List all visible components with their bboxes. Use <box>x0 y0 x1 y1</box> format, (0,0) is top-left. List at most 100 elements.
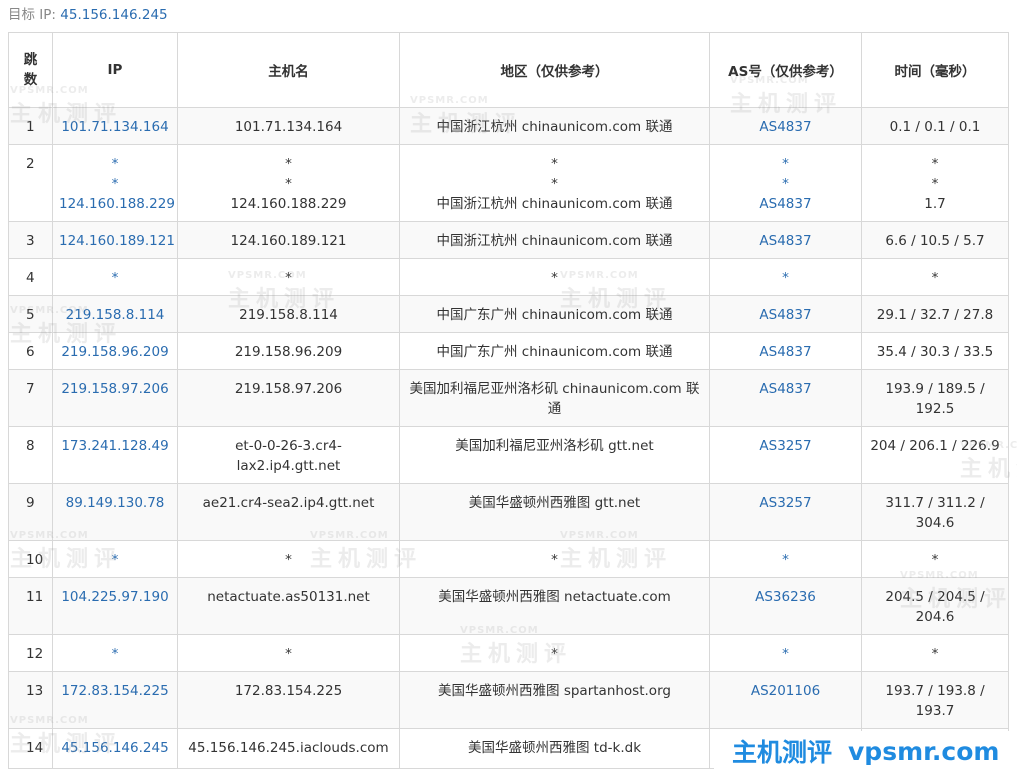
cell-text: * <box>111 176 119 192</box>
cell-ip: 172.83.154.225 <box>52 671 178 729</box>
cell-hostname: * <box>177 634 400 672</box>
cell-time: 29.1 / 32.7 / 27.8 <box>861 295 1009 333</box>
cell-as: AS4837 <box>709 369 862 427</box>
cell-hostname: 172.83.154.225 <box>177 671 400 729</box>
cell-hostname: 219.158.97.206 <box>177 369 400 427</box>
cell-text: 124.160.189.121 <box>230 233 347 249</box>
cell-as: AS4837 <box>709 221 862 259</box>
cell-region: 中国广东广州 chinaunicom.com 联通 <box>399 295 710 333</box>
ip-link[interactable]: 89.149.130.78 <box>59 493 171 513</box>
table-row: 3 124.160.189.121 124.160.189.121 中国浙江杭州 ch… <box>8 221 1009 259</box>
cell-text: * <box>782 646 789 662</box>
cell-time: 35.4 / 30.3 / 33.5 <box>861 332 1009 370</box>
cell-ip: * <box>52 634 178 672</box>
cell-time: * <box>861 634 1009 672</box>
cell-time: * <box>861 258 1009 296</box>
brand-watermark: 主机测评 vpsmr.com <box>714 731 1017 771</box>
as-link[interactable]: AS36236 <box>716 587 855 607</box>
cell-text: 1.7 <box>924 196 946 212</box>
cell-ip: 104.225.97.190 <box>52 577 178 635</box>
cell-text: 204.5 / 204.5 / 204.6 <box>885 589 985 625</box>
cell-text: 311.7 / 311.2 / 304.6 <box>885 495 985 531</box>
cell-region: 美国加利福尼亚州洛杉矶 chinaunicom.com 联通 <box>399 369 710 427</box>
col-header-time: 时间（毫秒） <box>861 32 1009 108</box>
cell-region: 中国浙江杭州 chinaunicom.com 联通 <box>399 221 710 259</box>
ip-link[interactable]: 101.71.134.164 <box>59 117 171 137</box>
cell-text: * <box>111 646 119 662</box>
col-header-as: AS号（仅供参考） <box>709 32 862 108</box>
as-link[interactable]: AS3257 <box>716 436 855 456</box>
ip-link[interactable]: 219.158.97.206 <box>59 379 171 399</box>
cell-text: 204 / 206.1 / 226.9 <box>870 438 1000 454</box>
cell-text: 45.156.146.245.iaclouds.com <box>188 740 389 756</box>
cell-time: 0.1 / 0.1 / 0.1 <box>861 107 1009 145</box>
cell-as: AS3257 <box>709 426 862 484</box>
ip-link[interactable]: 124.160.189.121 <box>59 231 175 251</box>
as-link[interactable]: AS4837 <box>716 194 855 214</box>
cell-hop: 8 <box>8 426 53 484</box>
ip-link[interactable]: 219.158.96.209 <box>59 342 171 362</box>
ip-link[interactable]: 124.160.188.229 <box>59 194 175 214</box>
table-row: 7 219.158.97.206 219.158.97.206 美国加利福尼亚州洛杉矶… <box>8 369 1009 427</box>
cell-region: * <box>399 540 710 578</box>
cell-text: * <box>285 176 292 192</box>
cell-hop: 10 <box>8 540 53 578</box>
target-ip-label: 目标 IP: <box>8 7 56 23</box>
cell-ip: 173.241.128.49 <box>52 426 178 484</box>
as-link[interactable]: AS4837 <box>716 342 855 362</box>
cell-hop: 14 <box>8 728 53 769</box>
cell-text: 0.1 / 0.1 / 0.1 <box>889 119 981 135</box>
cell-as: AS4837 <box>709 107 862 145</box>
as-link[interactable]: AS4837 <box>716 305 855 325</box>
col-header-ip: IP <box>52 32 178 108</box>
cell-hostname: 124.160.189.121 <box>177 221 400 259</box>
cell-text: * <box>551 156 558 172</box>
table-row: 5 219.158.8.114 219.158.8.114 中国广东广州 chinau… <box>8 295 1009 333</box>
cell-as: * <box>709 634 862 672</box>
cell-hop: 4 <box>8 258 53 296</box>
cell-text: 193.9 / 189.5 / 192.5 <box>885 381 985 417</box>
cell-text: * <box>551 646 558 662</box>
table-row: 11 104.225.97.190 netactuate.as50131.net 美国… <box>8 577 1009 635</box>
ip-link[interactable]: 104.225.97.190 <box>59 587 171 607</box>
cell-hop: 9 <box>8 483 53 541</box>
cell-text: 美国加利福尼亚州洛杉矶 gtt.net <box>455 438 654 454</box>
col-header-hostname: 主机名 <box>177 32 400 108</box>
col-header-region: 地区（仅供参考） <box>399 32 710 108</box>
cell-hostname: 45.156.146.245.iaclouds.com <box>177 728 400 769</box>
cell-text: * <box>931 176 939 192</box>
cell-ip: 124.160.189.121 <box>52 221 178 259</box>
cell-text: * <box>111 156 119 172</box>
cell-region: 美国华盛顿州西雅图 netactuate.com <box>399 577 710 635</box>
cell-as: AS201106 <box>709 671 862 729</box>
target-ip-value: 45.156.146.245 <box>60 7 168 23</box>
cell-text: * <box>782 176 789 192</box>
as-link[interactable]: AS3257 <box>716 493 855 513</box>
cell-text: 172.83.154.225 <box>234 683 343 699</box>
ip-link[interactable]: 173.241.128.49 <box>59 436 171 456</box>
cell-text: * <box>551 270 558 286</box>
cell-hostname: netactuate.as50131.net <box>177 577 400 635</box>
cell-text: 中国广东广州 chinaunicom.com 联通 <box>436 307 673 323</box>
cell-text: * <box>551 176 558 192</box>
table-row: 6 219.158.96.209 219.158.96.209 中国广东广州 chin… <box>8 332 1009 370</box>
ip-link[interactable]: 172.83.154.225 <box>59 681 171 701</box>
cell-text: * <box>551 552 558 568</box>
as-link[interactable]: AS4837 <box>716 117 855 137</box>
cell-text: 美国华盛顿州西雅图 gtt.net <box>468 495 641 511</box>
table-row: 13 172.83.154.225 172.83.154.225 美国华盛顿州西雅图 … <box>8 671 1009 729</box>
cell-ip: 219.158.97.206 <box>52 369 178 427</box>
cell-ip: 219.158.96.209 <box>52 332 178 370</box>
cell-time: 311.7 / 311.2 / 304.6 <box>861 483 1009 541</box>
as-link[interactable]: AS201106 <box>716 681 855 701</box>
ip-link[interactable]: 219.158.8.114 <box>59 305 171 325</box>
as-link[interactable]: AS4837 <box>716 379 855 399</box>
cell-text: 193.7 / 193.8 / 193.7 <box>885 683 985 719</box>
cell-time: 193.7 / 193.8 / 193.7 <box>861 671 1009 729</box>
cell-text: 219.158.8.114 <box>239 307 338 323</box>
ip-link[interactable]: 45.156.146.245 <box>59 738 171 758</box>
cell-hostname: ae21.cr4-sea2.ip4.gtt.net <box>177 483 400 541</box>
cell-region: * <box>399 258 710 296</box>
as-link[interactable]: AS4837 <box>716 231 855 251</box>
cell-text: 29.1 / 32.7 / 27.8 <box>876 307 994 323</box>
